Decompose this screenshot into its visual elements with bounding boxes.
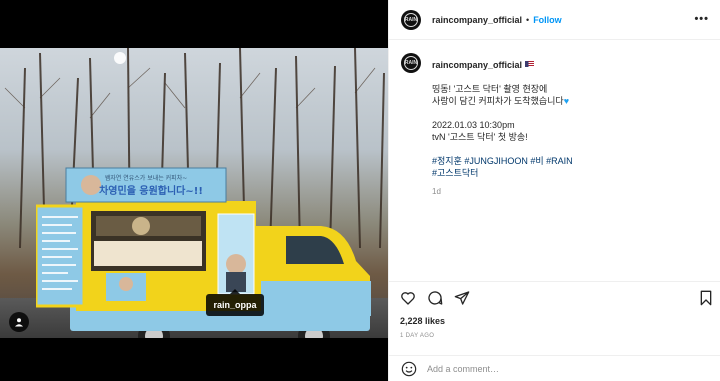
avatar-logo: RAIN: [404, 12, 418, 27]
separator-dot: •: [526, 14, 530, 25]
heart-icon[interactable]: [400, 290, 416, 306]
photo-tag[interactable]: rain_oppa: [206, 289, 264, 316]
header-username[interactable]: raincompany_official: [432, 15, 522, 25]
posted-time: 1 DAY AGO: [400, 333, 435, 339]
blue-heart-icon: ♥: [563, 96, 570, 106]
banner-line-1: 쌤자연 연유스가 보내는 커피차~: [105, 174, 188, 182]
flag-icon: [525, 60, 535, 67]
post-header: RAIN raincompany_official • Follow •••: [389, 0, 720, 40]
avatar[interactable]: RAIN: [401, 9, 421, 30]
caption-username[interactable]: raincompany_official: [432, 60, 522, 70]
hashtags-line-1[interactable]: #정지훈 #JUNGJIHOON #비 #RAIN: [432, 155, 573, 167]
likes-count[interactable]: 2,228 likes: [400, 316, 445, 326]
post-photo[interactable]: 쌤자연 연유스가 보내는 커피차~ 차영민을 응원합니다~!! rain_opp…: [0, 48, 388, 338]
emoji-icon[interactable]: [401, 361, 417, 377]
post-media[interactable]: 쌤자연 연유스가 보내는 커피차~ 차영민을 응원합니다~!! rain_opp…: [0, 0, 388, 381]
caption-line-2: 사랑이 담긴 커피차가 도착했습니다: [432, 96, 564, 106]
caption: RAIN raincompany_official 띵동! '고스트 닥터' 촬…: [401, 53, 711, 196]
user-tag-button[interactable]: [9, 312, 29, 332]
caption-age: 1d: [432, 187, 441, 196]
photo-tag-label: rain_oppa: [213, 300, 257, 310]
more-options-icon[interactable]: •••: [694, 13, 709, 25]
comment-bar: [389, 355, 720, 381]
hashtags-line-2[interactable]: #고스트닥터: [432, 167, 573, 179]
caption-avatar-logo: RAIN: [404, 56, 418, 70]
caption-date: 2022.01.03 10:30pm: [432, 120, 515, 130]
caption-program: tvN '고스트 닥터' 첫 방송!: [432, 132, 528, 142]
follow-button[interactable]: Follow: [533, 15, 562, 25]
comment-input[interactable]: [427, 363, 657, 374]
share-icon[interactable]: [454, 290, 470, 306]
comment-icon[interactable]: [427, 290, 443, 306]
action-bar: [389, 281, 720, 311]
post-details: RAIN raincompany_official • Follow ••• R…: [388, 0, 720, 381]
caption-line-1: 띵동! '고스트 닥터' 촬영 현장에: [432, 84, 548, 94]
caption-avatar[interactable]: RAIN: [401, 53, 421, 73]
user-tag-icon: [15, 318, 23, 327]
bookmark-icon[interactable]: [698, 290, 714, 306]
banner-line-2: 차영민을 응원합니다~!!: [99, 184, 203, 197]
